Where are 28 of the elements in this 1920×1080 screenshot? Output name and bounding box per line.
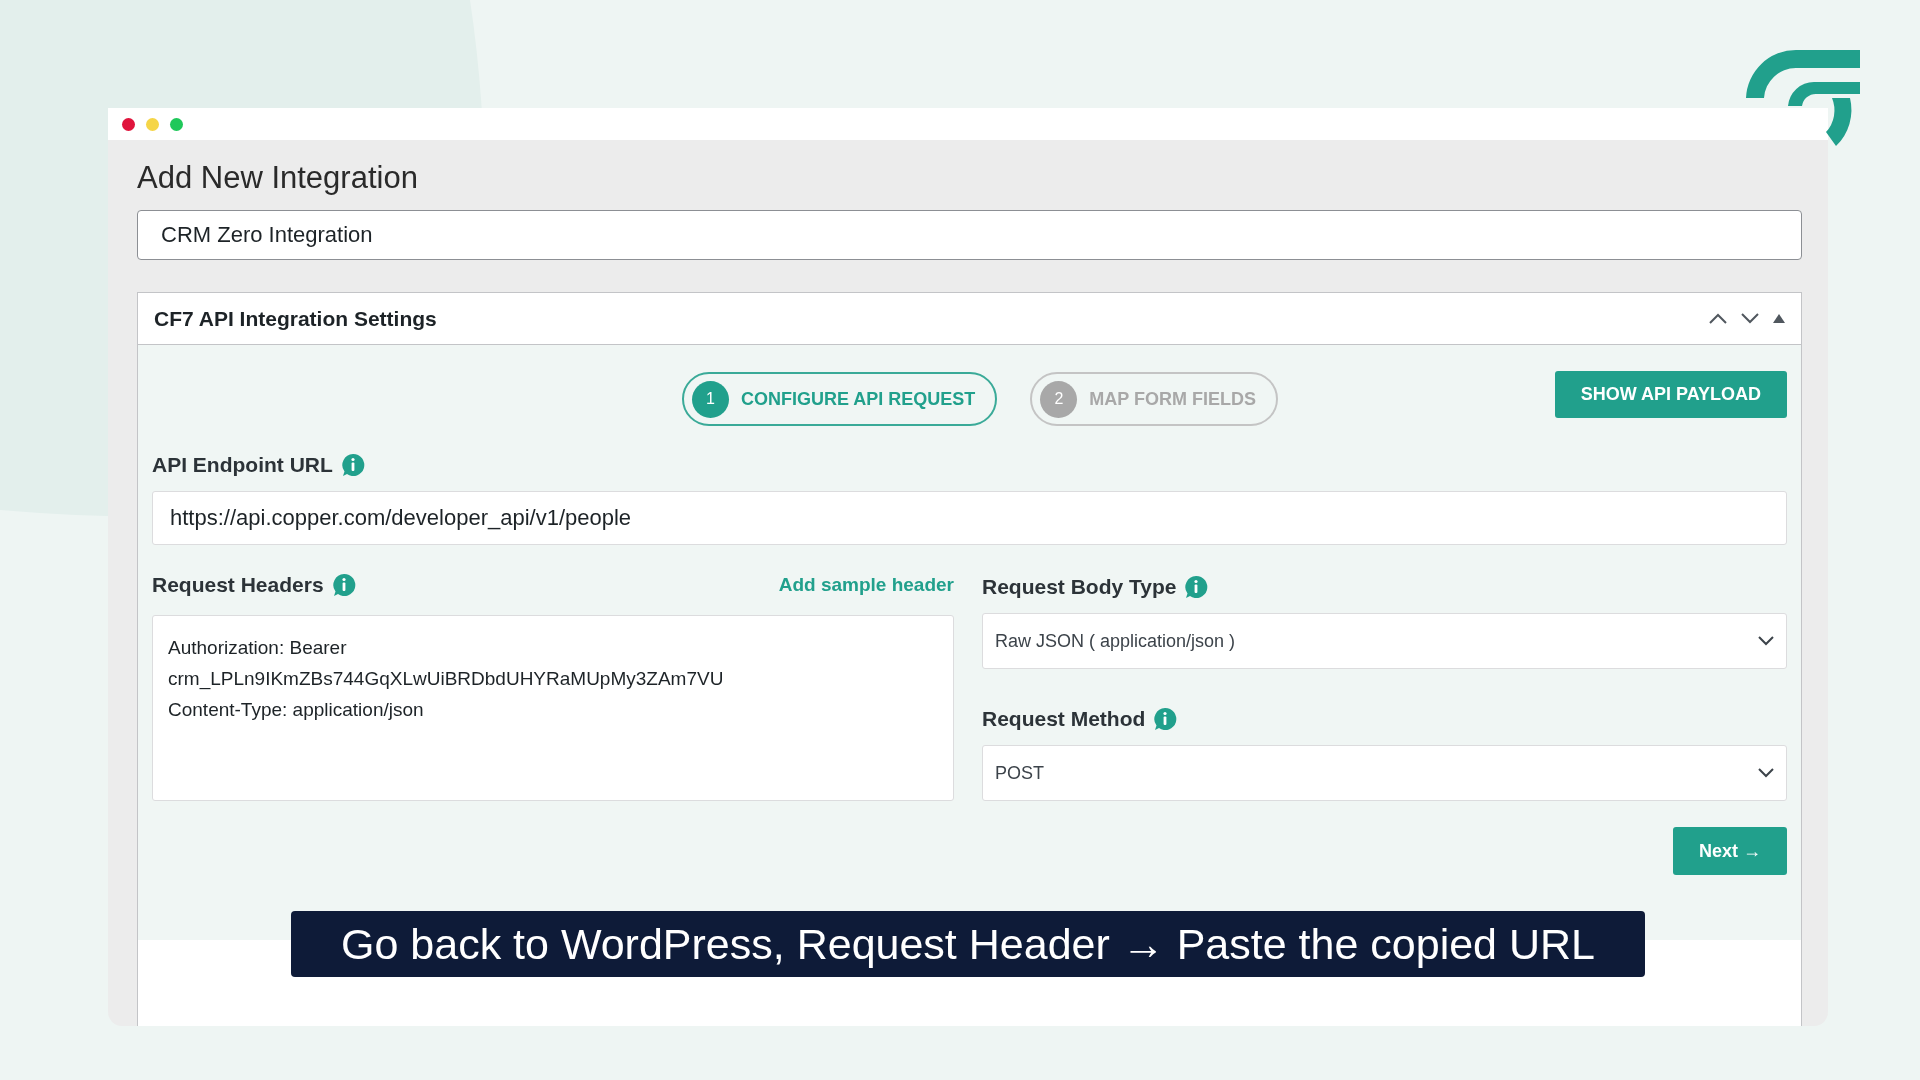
step-label: MAP FORM FIELDS (1089, 388, 1257, 410)
info-icon (340, 453, 365, 477)
info-icon (1184, 575, 1209, 599)
field-label: API Endpoint URL (152, 453, 333, 477)
field-label: Request Method (982, 707, 1146, 731)
method-select[interactable]: POST (982, 745, 1787, 801)
chevron-down-icon (1758, 636, 1774, 646)
chevron-down-icon[interactable] (1741, 313, 1759, 324)
close-dot-icon[interactable] (122, 117, 135, 131)
panel-title: CF7 API Integration Settings (154, 306, 438, 331)
chevron-down-icon (1758, 768, 1774, 778)
field-label: Request Headers (152, 573, 324, 597)
minimize-dot-icon[interactable] (146, 117, 159, 131)
step-number: 1 (692, 380, 729, 418)
maximize-dot-icon[interactable] (170, 117, 183, 131)
info-icon (1153, 707, 1178, 731)
integration-name-field[interactable]: CRM Zero Integration (137, 210, 1802, 260)
field-label: Request Body Type (982, 575, 1177, 599)
info-icon (331, 573, 356, 597)
endpoint-url-field[interactable]: https://api.copper.com/developer_api/v1/people (152, 491, 1787, 545)
triangle-up-icon[interactable] (1773, 314, 1785, 323)
step-number: 2 (1040, 380, 1078, 418)
headers-textarea[interactable]: Authorization: Bearer crm_LPLn9IKmZBs744GqXLwUiBRDbdUHYRaMUpMy3ZAm7VU Content-Type: application/json (152, 615, 954, 801)
body-type-select[interactable]: Raw JSON ( application/json ) (982, 613, 1787, 669)
caption-text: Go back to WordPress, Request Header → Paste the copied URL (291, 911, 1645, 977)
chevron-up-icon[interactable] (1709, 313, 1727, 324)
page-title: Add New Integration (137, 160, 419, 196)
step-label: CONFIGURE API REQUEST (741, 388, 976, 410)
